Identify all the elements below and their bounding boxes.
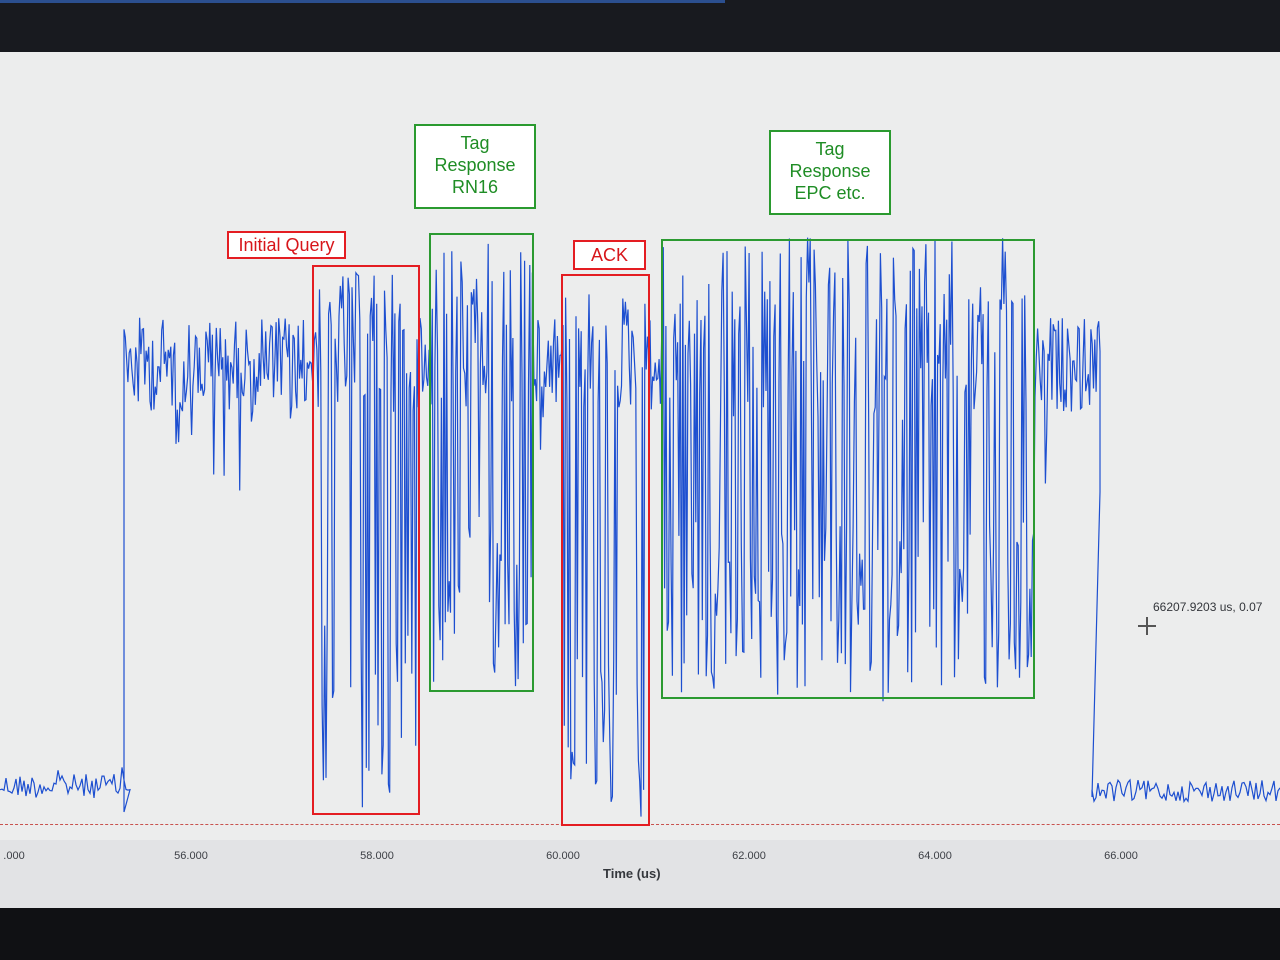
crosshair-icon[interactable] bbox=[1138, 617, 1156, 635]
x-tick-label: 56.000 bbox=[174, 850, 208, 862]
annotation-label-initial-query: Initial Query bbox=[227, 231, 346, 259]
annotation-line: Tag bbox=[815, 139, 845, 159]
cursor-readout: 66207.9203 us, 0.07 bbox=[1153, 600, 1263, 614]
monitor-bezel-bottom bbox=[0, 908, 1280, 960]
signal-trace-line bbox=[0, 237, 1280, 817]
x-axis-title: Time (us) bbox=[603, 866, 661, 881]
zero-baseline bbox=[0, 824, 1280, 825]
monitor-bezel-top bbox=[0, 0, 1280, 52]
annotation-label-tag-response-epc: Tag Response EPC etc. bbox=[769, 130, 891, 215]
waveform-plot-area[interactable]: Initial Query Tag Response RN16 ACK Tag … bbox=[0, 52, 1280, 840]
annotation-line: RN16 bbox=[451, 177, 499, 197]
x-tick-label: 66.000 bbox=[1104, 850, 1138, 862]
x-axis: .000 56.000 58.000 60.000 62.000 64.000 … bbox=[0, 840, 1280, 908]
signal-trace bbox=[0, 237, 1280, 817]
window-edge-highlight bbox=[0, 0, 725, 3]
annotation-label-ack: ACK bbox=[573, 240, 646, 270]
annotation-line: Tag bbox=[460, 133, 490, 153]
annotation-label-tag-response-rn16: Tag Response RN16 bbox=[414, 124, 536, 209]
x-tick-label: 62.000 bbox=[732, 850, 766, 862]
x-tick-label: 64.000 bbox=[918, 850, 952, 862]
x-tick-label: 60.000 bbox=[546, 850, 580, 862]
annotation-line: Response bbox=[789, 161, 871, 181]
annotation-line: Response bbox=[434, 155, 516, 175]
annotation-line: EPC etc. bbox=[794, 183, 866, 203]
x-tick-label: 58.000 bbox=[360, 850, 394, 862]
x-tick-label: .000 bbox=[3, 850, 25, 862]
